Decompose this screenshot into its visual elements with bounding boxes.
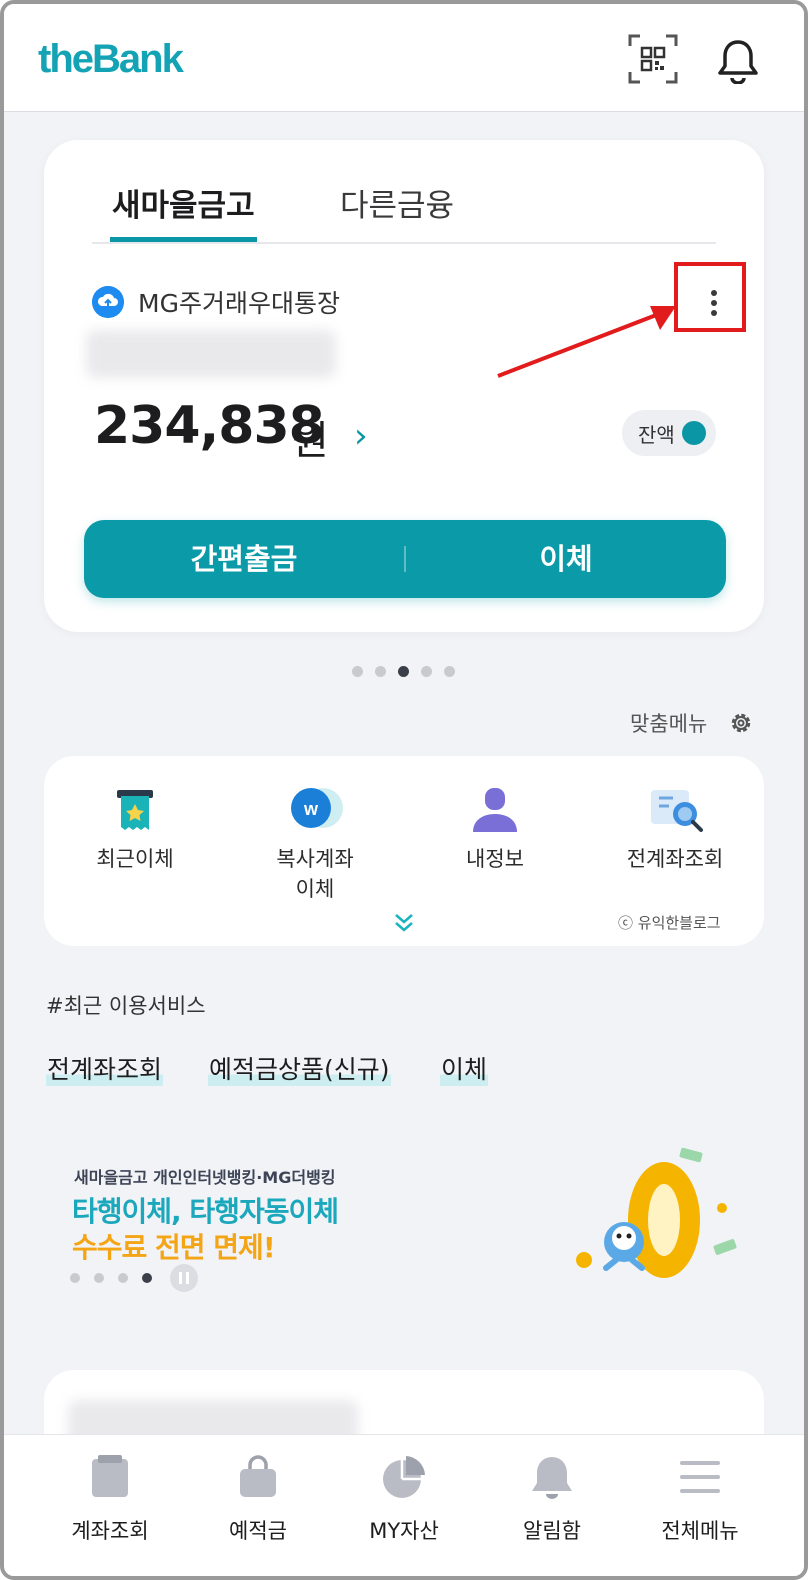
person-icon bbox=[473, 788, 517, 832]
account-number-blurred bbox=[86, 330, 336, 378]
transfer-button[interactable]: 이체 bbox=[406, 520, 726, 598]
recent-link-all-accounts[interactable]: 전계좌조회 bbox=[46, 1050, 164, 1086]
annotation-arrow bbox=[497, 306, 676, 378]
nav-label: 알림함 bbox=[523, 1519, 581, 1543]
nav-label: 예적금 bbox=[229, 1519, 287, 1543]
chevron-double-down-icon[interactable] bbox=[392, 912, 416, 932]
balance-toggle[interactable]: 잔액 bbox=[622, 410, 716, 456]
tab-other-finance[interactable]: 다른금융 bbox=[340, 180, 454, 242]
more-options-button[interactable] bbox=[674, 262, 746, 332]
pie-chart-icon bbox=[383, 1456, 425, 1498]
nav-all-menu[interactable]: 전체메뉴 bbox=[630, 1453, 770, 1545]
bell-icon bbox=[532, 1457, 572, 1499]
app-header: theBank bbox=[4, 4, 804, 112]
recent-link-deposit-products[interactable]: 예적금상품(신규) bbox=[208, 1050, 391, 1086]
balance-unit: 원 bbox=[292, 418, 329, 464]
recent-services-title: #최근 이용서비스 bbox=[46, 994, 206, 1018]
toggle-knob bbox=[682, 421, 706, 445]
recent-link-transfer[interactable]: 이체 bbox=[440, 1050, 489, 1086]
bell-icon[interactable] bbox=[716, 38, 760, 84]
banner-dot[interactable] bbox=[70, 1273, 80, 1283]
quick-my-info[interactable]: 내정보 bbox=[410, 786, 580, 874]
banner-dot[interactable] bbox=[118, 1273, 128, 1283]
pager-dot[interactable] bbox=[352, 666, 363, 677]
chevron-right-icon[interactable]: › bbox=[354, 416, 368, 456]
quick-label: 복사계좌 이체 bbox=[276, 847, 354, 901]
account-book-icon bbox=[92, 1455, 128, 1497]
pager-dot[interactable] bbox=[444, 666, 455, 677]
quick-withdraw-button[interactable]: 간편출금 bbox=[84, 520, 404, 598]
more-vertical-icon bbox=[710, 290, 718, 320]
nav-label: 전체메뉴 bbox=[661, 1519, 739, 1543]
quick-menu: 최근이체 w 복사계좌 이체 내정보 전계좌조회 ⓒ 유익한블로그 bbox=[44, 756, 764, 946]
copy-account-icon: w bbox=[291, 788, 343, 828]
bottom-navigation: 계좌조회 예적금 MY자산 알림함 전체메뉴 bbox=[4, 1434, 804, 1576]
quick-label: 내정보 bbox=[466, 847, 524, 871]
app-frame: theBank 새마을금고 다른금융 MG주거래우대통장 234,838 원 ›… bbox=[0, 0, 808, 1580]
banner-dot-active[interactable] bbox=[142, 1273, 152, 1283]
qr-scan-icon[interactable] bbox=[628, 34, 678, 84]
balance-toggle-label: 잔액 bbox=[638, 423, 675, 447]
card-pager bbox=[352, 664, 462, 678]
quick-copy-account-transfer[interactable]: w 복사계좌 이체 bbox=[230, 786, 400, 904]
cloud-upload-icon bbox=[92, 286, 124, 318]
nav-label: MY자산 bbox=[369, 1519, 439, 1543]
banner-subtitle[interactable]: 새마을금고 개인인터넷뱅킹·MG더뱅킹 bbox=[74, 1164, 336, 1188]
zero-fee-illustration bbox=[576, 1147, 737, 1278]
nav-label: 계좌조회 bbox=[71, 1519, 149, 1543]
account-tabs: 새마을금고 다른금융 bbox=[92, 180, 716, 244]
nav-account-inquiry[interactable]: 계좌조회 bbox=[40, 1453, 180, 1545]
pager-dot[interactable] bbox=[421, 666, 432, 677]
nav-notifications[interactable]: 알림함 bbox=[482, 1453, 622, 1545]
pager-dot[interactable] bbox=[375, 666, 386, 677]
quick-recent-transfer[interactable]: 최근이체 bbox=[50, 786, 220, 874]
banner-headline-1[interactable]: 타행이체, 타행자동이체 bbox=[72, 1190, 339, 1230]
balance-amount[interactable]: 234,838 bbox=[94, 396, 325, 456]
pager-dot-active[interactable] bbox=[398, 666, 409, 677]
shopping-bag-icon bbox=[240, 1455, 276, 1497]
receipt-star-icon bbox=[117, 790, 153, 830]
tab-saemaeul[interactable]: 새마을금고 bbox=[110, 180, 257, 242]
account-search-icon bbox=[651, 790, 703, 832]
account-action-bar: 간편출금 이체 bbox=[84, 520, 726, 598]
banner-pager bbox=[70, 1272, 152, 1284]
gear-icon[interactable] bbox=[728, 710, 754, 736]
quick-label: 최근이체 bbox=[96, 847, 174, 871]
quick-label: 전계좌조회 bbox=[626, 847, 724, 871]
watermark-text: ⓒ 유익한블로그 bbox=[618, 914, 721, 932]
banner-headline-2[interactable]: 수수료 전면 면제! bbox=[72, 1226, 276, 1266]
pause-icon[interactable] bbox=[170, 1264, 198, 1292]
account-card: 새마을금고 다른금융 MG주거래우대통장 234,838 원 › 잔액 간편출금… bbox=[44, 140, 764, 632]
custom-menu-label[interactable]: 맞춤메뉴 bbox=[630, 708, 707, 738]
hamburger-menu-icon bbox=[680, 1461, 720, 1493]
svg-text:theBank: theBank bbox=[38, 37, 185, 81]
nav-my-assets[interactable]: MY자산 bbox=[334, 1453, 474, 1545]
banner-dot[interactable] bbox=[94, 1273, 104, 1283]
thebank-logo[interactable]: theBank bbox=[38, 34, 208, 84]
nav-deposits[interactable]: 예적금 bbox=[188, 1453, 328, 1545]
quick-all-accounts[interactable]: 전계좌조회 bbox=[590, 786, 760, 874]
account-name: MG주거래우대통장 bbox=[138, 289, 340, 318]
svg-text:w: w bbox=[303, 799, 319, 819]
